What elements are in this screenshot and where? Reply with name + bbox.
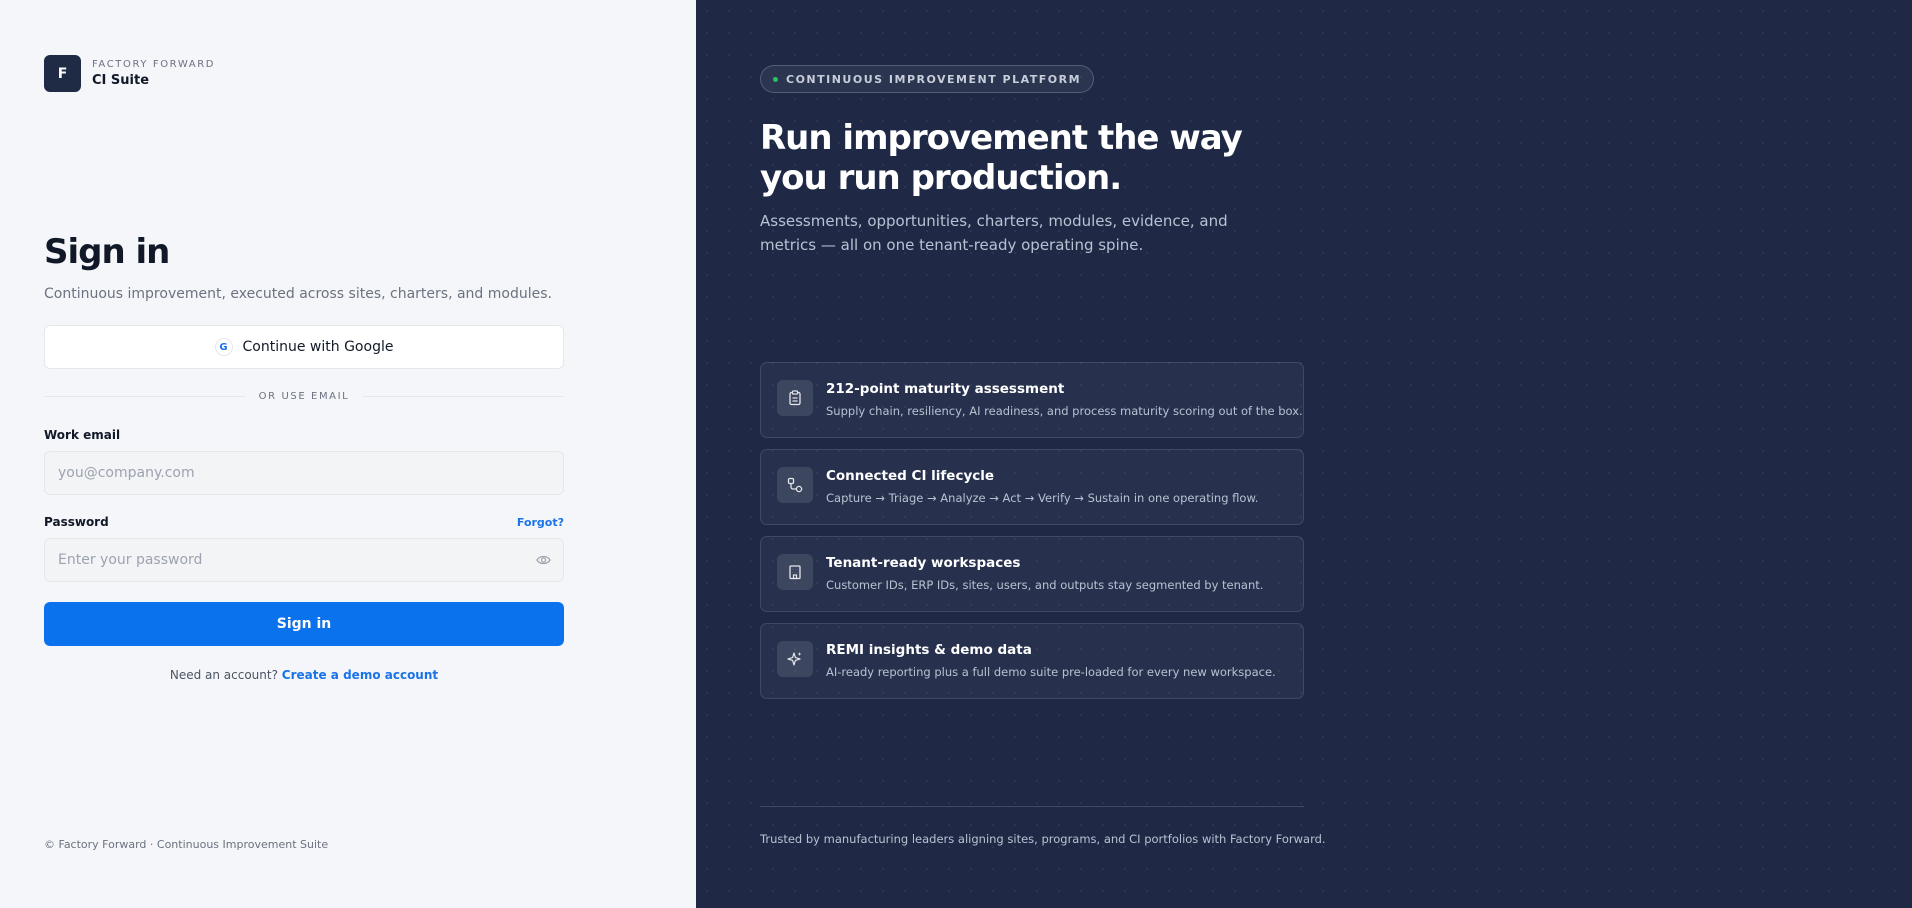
feature-description: Capture → Triage → Analyze → Act → Verif…: [826, 491, 1259, 505]
marketing-panel: CONTINUOUS IMPROVEMENT PLATFORM Run impr…: [696, 0, 1912, 908]
email-label: Work email: [44, 428, 121, 442]
status-dot: [773, 76, 778, 82]
brand-logo: F: [44, 55, 81, 92]
feature-description: Supply chain, resiliency, AI readiness, …: [826, 404, 1303, 418]
feature-card: Tenant-ready workspaces Customer IDs, ER…: [760, 536, 1304, 612]
forgot-password-link[interactable]: Forgot?: [517, 516, 564, 529]
account-prompt: Need an account? Create a demo account: [169, 668, 439, 682]
eye-icon[interactable]: [536, 554, 551, 566]
hero-subtitle: Assessments, opportunities, charters, mo…: [760, 212, 1228, 254]
page-title: Sign in: [44, 232, 170, 272]
create-demo-account-link[interactable]: Create a demo account: [282, 668, 438, 682]
platform-badge: CONTINUOUS IMPROVEMENT PLATFORM: [760, 65, 1095, 93]
feature-card: 212-point maturity assessment Supply cha…: [760, 362, 1304, 438]
password-field[interactable]: Enter your password: [44, 538, 564, 582]
divider-line: [760, 806, 1304, 807]
feature-card: REMI insights & demo data AI-ready repor…: [760, 623, 1304, 699]
email-field[interactable]: you@company.com: [44, 451, 564, 495]
feature-title: Tenant-ready workspaces: [826, 555, 1021, 571]
hero-headline: Run improvement the way you run producti…: [760, 118, 1243, 198]
page-subtitle: Continuous improvement, executed across …: [44, 286, 552, 302]
google-sign-in-button[interactable]: G Continue with Google: [44, 325, 564, 369]
sparkle-icon: [777, 641, 813, 677]
workflow-icon: [777, 467, 813, 503]
building-icon: [777, 554, 813, 590]
or-divider: OR USE EMAIL: [44, 391, 565, 402]
feature-title: 212-point maturity assessment: [826, 381, 1065, 397]
feature-description: AI-ready reporting plus a full demo suit…: [826, 665, 1276, 679]
google-sign-in-label: Continue with Google: [242, 339, 394, 355]
brand: F FACTORY FORWARD CI Suite: [44, 55, 215, 92]
feature-title: Connected CI lifecycle: [826, 468, 995, 484]
feature-description: Customer IDs, ERP IDs, sites, users, and…: [826, 578, 1264, 592]
brand-name: CI Suite: [92, 73, 150, 88]
clipboard-icon: [777, 380, 813, 416]
feature-title: REMI insights & demo data: [826, 642, 1032, 658]
email-placeholder: you@company.com: [58, 465, 195, 481]
google-icon: G: [214, 338, 233, 356]
feature-card: Connected CI lifecycle Capture → Triage …: [760, 449, 1304, 525]
feature-list: 212-point maturity assessment Supply cha…: [760, 362, 1304, 710]
password-placeholder: Enter your password: [58, 552, 203, 568]
sign-in-form: Sign in Continuous improvement, executed…: [44, 232, 565, 682]
sign-in-panel: F FACTORY FORWARD CI Suite Sign in Conti…: [0, 0, 696, 908]
brand-supertitle: FACTORY FORWARD: [92, 59, 216, 70]
trusted-by-text: Trusted by manufacturing leaders alignin…: [760, 832, 1326, 846]
password-label: Password: [44, 515, 109, 529]
sign-in-button[interactable]: Sign in: [44, 602, 564, 646]
divider-text: OR USE EMAIL: [258, 391, 350, 402]
footer-copyright: © Factory Forward · Continuous Improveme…: [44, 838, 329, 851]
